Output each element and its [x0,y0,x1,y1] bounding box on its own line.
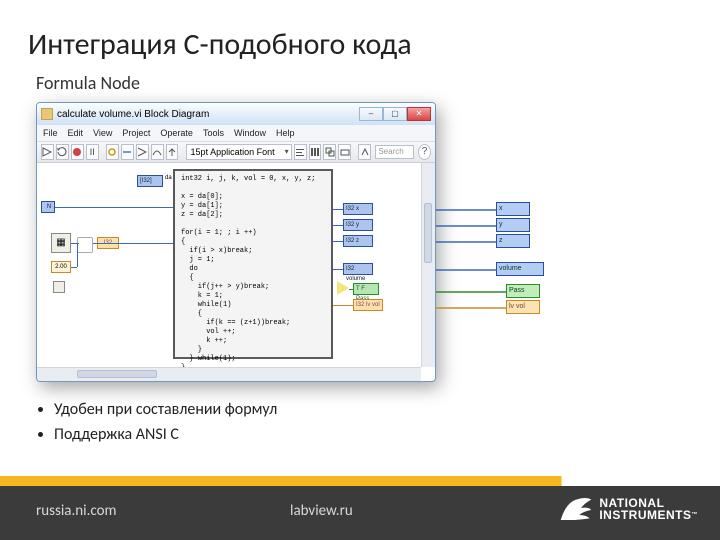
brand-bottom: INSTRUMENTS [599,508,691,522]
slide-title: Интеграция С-подобного кода [28,26,412,63]
outer-lvvol-indicator[interactable]: lv vol [506,300,540,314]
bullet-1: Удобен при составлении формул [54,400,277,419]
pass-output-terminal[interactable]: T F Pass [353,283,379,295]
z-output-terminal[interactable]: I32 z [343,235,373,247]
maximize-button[interactable]: ▢ [383,107,407,121]
eagle-icon [559,494,593,524]
window-titlebar[interactable]: calculate volume.vi Block Diagram – ▢ ✕ [37,103,435,125]
cleanup-button[interactable] [358,144,371,160]
step-into-button[interactable] [136,144,149,160]
lvvol-output-terminal[interactable]: I32 lv vol [353,299,383,311]
equal-compare-node[interactable] [337,281,349,295]
coerce-node[interactable] [77,237,93,253]
abort-button[interactable] [71,144,84,160]
constant-two[interactable]: 2.00 [51,261,71,273]
outer-z-indicator[interactable]: z [496,234,530,248]
highlight-exec-button[interactable] [106,144,119,160]
resize-button[interactable] [323,144,336,160]
close-button[interactable]: ✕ [407,107,431,121]
outer-x-indicator[interactable]: x [496,202,530,216]
pause-button[interactable]: II [86,144,99,160]
vertical-scrollbar[interactable] [421,163,435,367]
menu-project[interactable]: Project [122,128,150,138]
reorder-button[interactable] [338,144,351,160]
outer-pass-indicator[interactable]: Pass [506,284,540,298]
outer-volume-indicator[interactable]: volume [496,262,544,276]
slide-subtitle: Formula Node [36,72,140,94]
footer: russia.ni.com labview.ru NATIONAL INSTRU… [0,486,720,540]
menu-edit[interactable]: Edit [68,128,84,138]
align-button[interactable] [294,144,307,160]
brand-tm: ™ [692,512,699,518]
bullet-2: Поддержка ANSI C [54,425,277,444]
block-diagram-canvas[interactable]: int32 i, j, k, vol = 0, x, y, z; x = da[… [37,163,421,367]
context-help-button[interactable]: ? [418,144,431,160]
outer-y-indicator[interactable]: y [496,218,530,232]
search-input[interactable]: Search [375,145,414,159]
window-icon [41,108,53,120]
window-title: calculate volume.vi Block Diagram [57,109,209,120]
ni-logo: NATIONAL INSTRUMENTS™ [559,494,698,524]
minimize-button[interactable]: – [359,107,383,121]
da-input-terminal[interactable]: [I32] [137,175,163,187]
horizontal-scrollbar[interactable] [37,367,421,381]
menu-operate[interactable]: Operate [160,128,193,138]
n-terminal[interactable]: N [41,201,55,213]
menu-file[interactable]: File [43,128,58,138]
labview-window: calculate volume.vi Block Diagram – ▢ ✕ … [36,102,436,382]
x-output-terminal[interactable]: I32 x [343,203,373,215]
footer-url-labview: labview.ru [290,502,353,520]
retain-wire-button[interactable] [121,144,134,160]
footer-url-russia: russia.ni.com [36,502,116,520]
bullet-list: Удобен при составлении формул Поддержка … [36,400,277,450]
step-over-button[interactable] [151,144,164,160]
font-dropdown[interactable]: 15pt Application Font [186,144,292,160]
array-build-node[interactable]: ▦ [51,233,71,253]
menu-help[interactable]: Help [276,128,295,138]
volume-output-terminal[interactable]: I32 volume [343,263,373,275]
y-output-terminal[interactable]: I32 y [343,219,373,231]
menu-view[interactable]: View [93,128,112,138]
toolbar: II 15pt Application Font Search ? [37,141,435,163]
formula-node[interactable]: int32 i, j, k, vol = 0, x, y, z; x = da[… [173,169,333,359]
distribute-button[interactable] [309,144,322,160]
step-out-button[interactable] [166,144,179,160]
while-loop-iter[interactable] [53,281,65,293]
run-continuous-button[interactable] [56,144,69,160]
footer-accent-bar [0,476,720,486]
menu-window[interactable]: Window [234,128,266,138]
menu-bar: File Edit View Project Operate Tools Win… [37,125,435,141]
da-input-label: da [165,175,172,181]
menu-tools[interactable]: Tools [203,128,224,138]
run-button[interactable] [41,144,54,160]
